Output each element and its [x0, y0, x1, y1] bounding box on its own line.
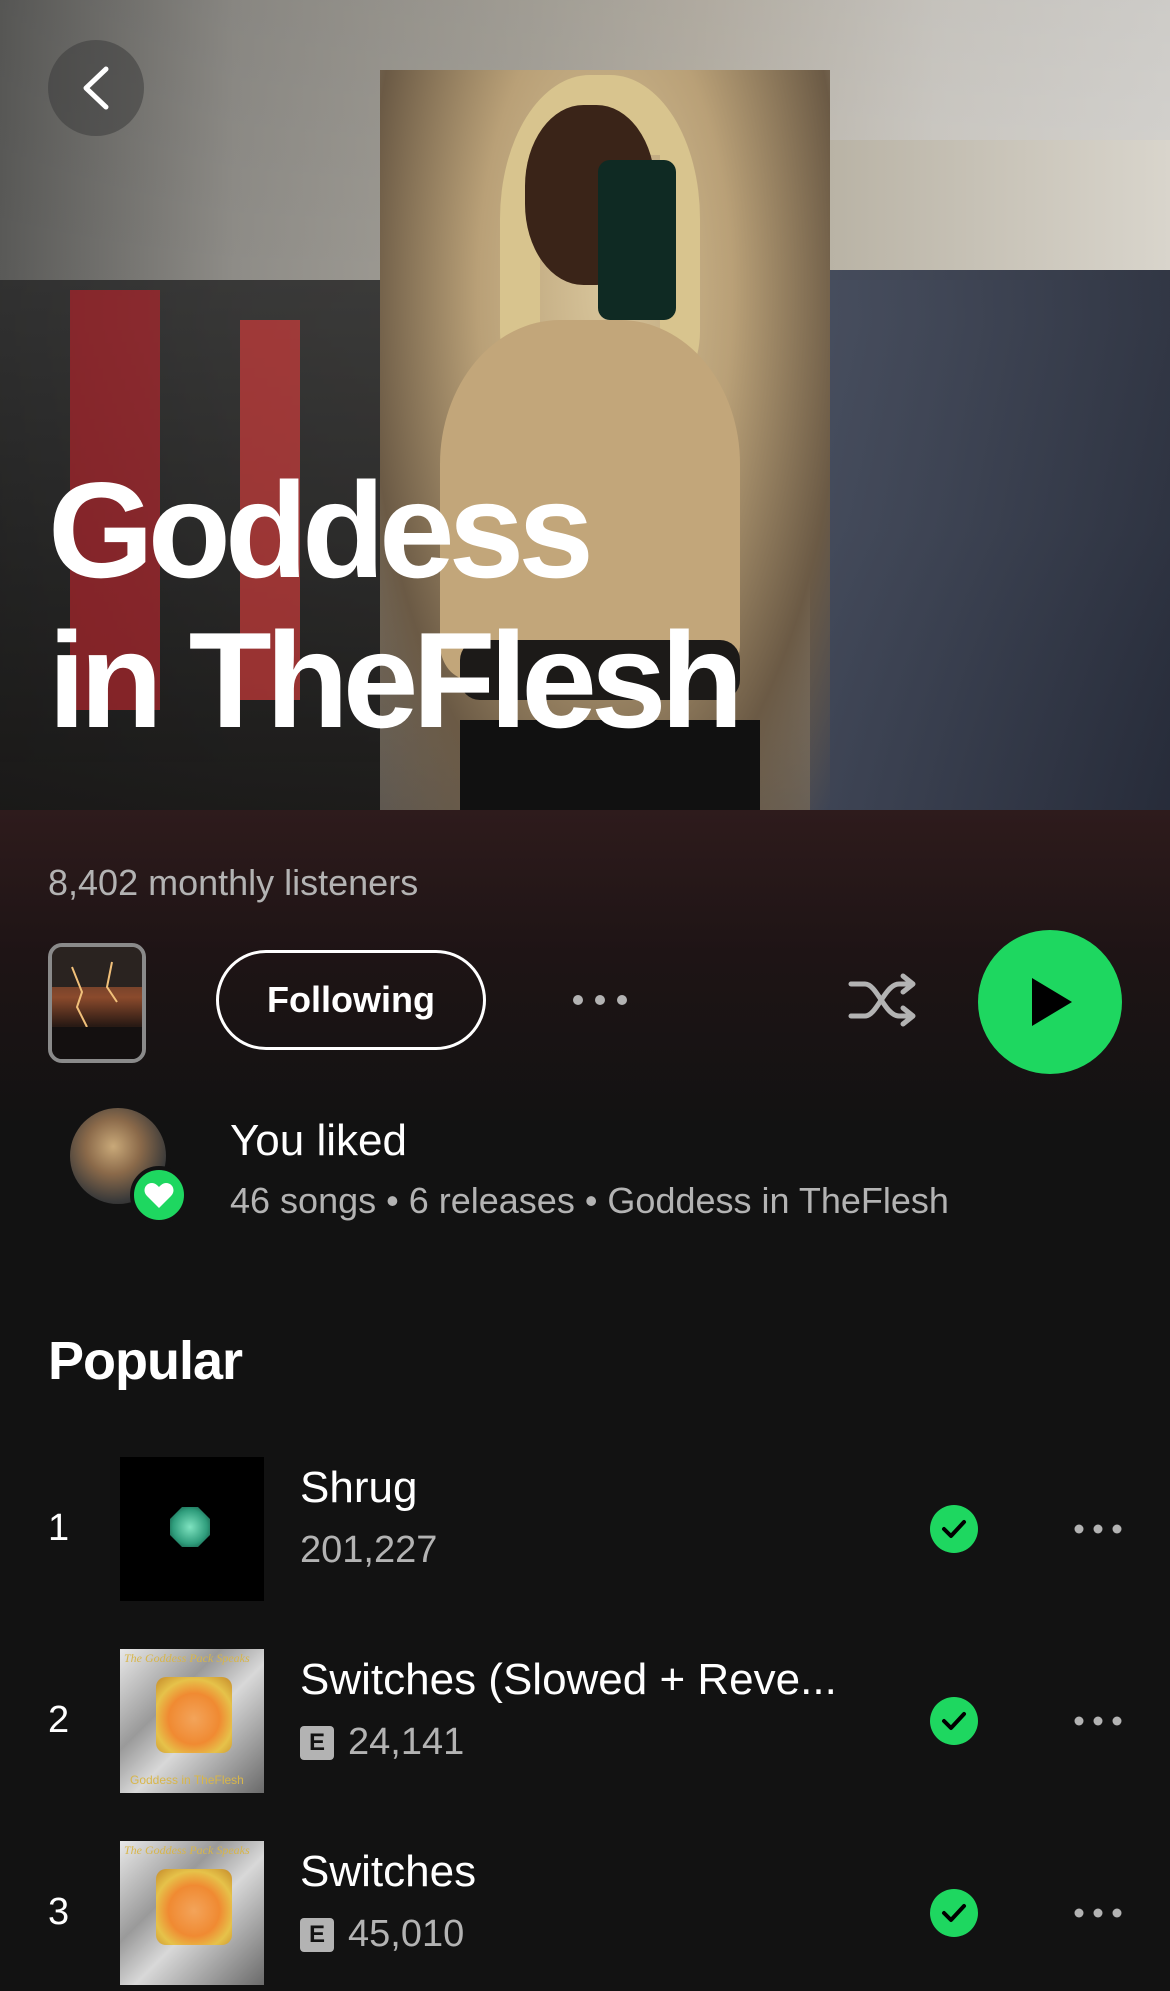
- liked-title: You liked: [230, 1116, 407, 1165]
- play-icon: [1032, 978, 1072, 1026]
- saved-check-button[interactable]: [930, 1505, 978, 1553]
- play-button[interactable]: [978, 930, 1122, 1074]
- track-cover-art: [120, 1457, 264, 1601]
- more-horizontal-icon: [1074, 1908, 1122, 1918]
- thumbnail-art: [52, 947, 142, 1059]
- more-horizontal-icon: [573, 995, 627, 1005]
- explicit-badge: E: [300, 1917, 334, 1952]
- track-plays: 24,141: [348, 1721, 465, 1763]
- check-icon: [942, 1904, 966, 1922]
- saved-check-button[interactable]: [930, 1697, 978, 1745]
- hero-phone: [598, 160, 676, 320]
- back-button[interactable]: [48, 40, 144, 136]
- liked-summary: 46 songs • 6 releases • Goddess in TheFl…: [230, 1180, 949, 1221]
- artist-hero-image: Goddess in TheFlesh: [0, 0, 1170, 810]
- track-meta: 201,227: [300, 1529, 437, 1572]
- shuffle-button[interactable]: [845, 965, 920, 1035]
- more-options-button[interactable]: [560, 975, 640, 1025]
- more-horizontal-icon: [1074, 1524, 1122, 1534]
- cover-top-text: The Goddess Pack Speaks: [124, 1843, 250, 1857]
- track-row[interactable]: 2 The Goddess Pack Speaks Goddess in The…: [0, 1649, 1170, 1799]
- track-cover-art: The Goddess Pack Speaks: [120, 1841, 264, 1985]
- check-icon: [942, 1712, 966, 1730]
- cover-illustration: [156, 1869, 232, 1945]
- track-plays: 201,227: [300, 1529, 438, 1571]
- track-title: Switches: [300, 1847, 477, 1896]
- artist-name: Goddess in TheFlesh: [48, 455, 948, 755]
- track-rank: 3: [48, 1891, 70, 1933]
- artist-pick-thumbnail[interactable]: [48, 943, 146, 1063]
- track-row[interactable]: 3 The Goddess Pack Speaks Switches E 45,…: [0, 1841, 1170, 1991]
- track-more-button[interactable]: [1068, 1701, 1128, 1741]
- track-more-button[interactable]: [1068, 1893, 1128, 1933]
- popular-section-title: Popular: [48, 1331, 243, 1391]
- gem-graphic: [170, 1507, 210, 1547]
- track-meta: E 24,141: [300, 1721, 464, 1764]
- artist-name-line-1: Goddess: [48, 454, 594, 606]
- track-rank: 2: [48, 1699, 70, 1741]
- track-row[interactable]: 1 Shrug 201,227: [0, 1457, 1170, 1607]
- check-icon: [942, 1520, 966, 1538]
- track-more-button[interactable]: [1068, 1509, 1128, 1549]
- cover-top-text: The Goddess Pack Speaks: [124, 1651, 250, 1665]
- cover-illustration: [156, 1677, 232, 1753]
- track-meta: E 45,010: [300, 1913, 464, 1956]
- hero-shelf: [830, 140, 1170, 280]
- track-title: Shrug: [300, 1463, 418, 1512]
- shuffle-icon: [848, 973, 915, 1027]
- track-plays: 45,010: [348, 1913, 465, 1955]
- chevron-left-icon: [83, 66, 109, 110]
- saved-check-button[interactable]: [930, 1889, 978, 1937]
- artist-name-line-2: in TheFlesh: [48, 604, 744, 756]
- track-rank: 1: [48, 1507, 70, 1549]
- monthly-listeners: 8,402 monthly listeners: [48, 862, 419, 903]
- track-cover-art: The Goddess Pack Speaks Goddess in TheFl…: [120, 1649, 264, 1793]
- more-horizontal-icon: [1074, 1716, 1122, 1726]
- heart-badge: [130, 1166, 188, 1224]
- track-title: Switches (Slowed + Reve...: [300, 1655, 837, 1704]
- cover-bottom-text: Goddess in TheFlesh: [130, 1773, 244, 1787]
- heart-icon: [144, 1183, 174, 1208]
- explicit-badge: E: [300, 1725, 334, 1760]
- liked-songs-row[interactable]: You liked 46 songs • 6 releases • Goddes…: [70, 1108, 1120, 1228]
- following-button[interactable]: Following: [216, 950, 486, 1050]
